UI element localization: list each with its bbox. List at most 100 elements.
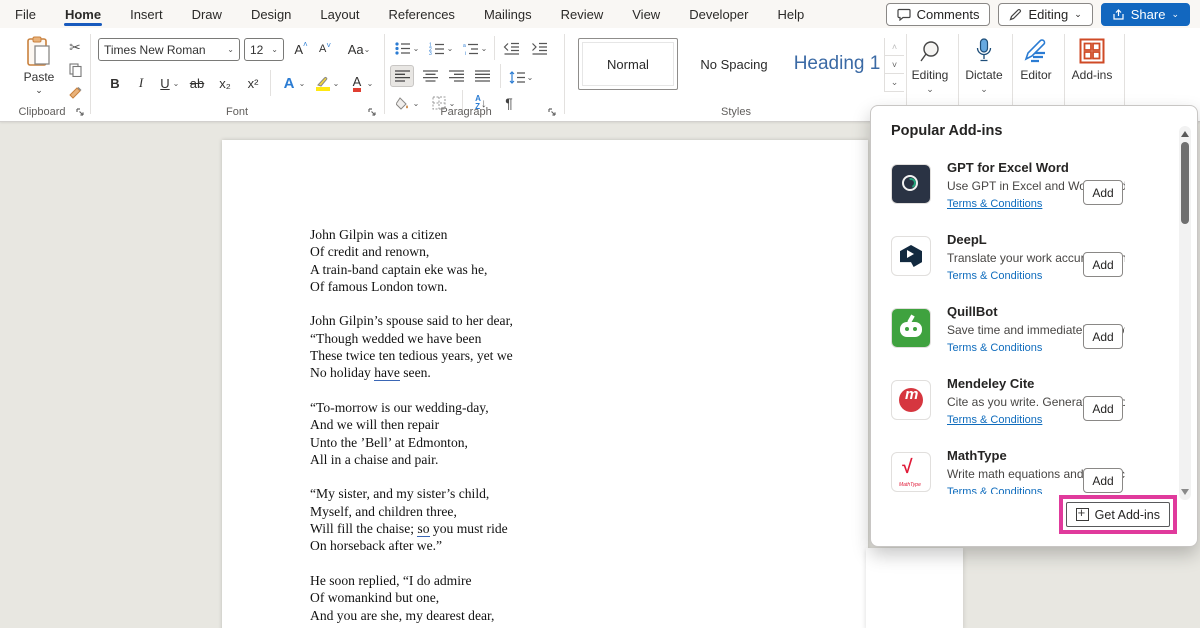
tab-layout[interactable]: Layout xyxy=(319,2,360,27)
dictate-button[interactable]: Dictate ⌄ xyxy=(958,34,1010,104)
style-heading-1[interactable]: Heading 1 xyxy=(790,38,884,90)
font-color-chevron[interactable]: ⌄ xyxy=(364,72,376,94)
editing-mode-button[interactable]: Editing ⌄ xyxy=(998,3,1092,26)
addin-list-item: GPT for Excel Word Use GPT in Excel and … xyxy=(871,154,1171,226)
svg-text:3: 3 xyxy=(429,51,432,55)
increase-indent-button[interactable] xyxy=(528,37,550,59)
editor-button[interactable]: Editor xyxy=(1010,34,1062,104)
editing-mode-label: Editing xyxy=(1028,7,1068,22)
deepl-addin-logo-icon xyxy=(891,236,931,276)
addins-button[interactable]: Add-ins xyxy=(1066,34,1118,104)
poem-line: No holiday have seen. xyxy=(310,364,513,381)
tab-design[interactable]: Design xyxy=(250,2,292,27)
multilevel-chevron[interactable]: ⌄ xyxy=(478,37,490,59)
scroll-down-icon[interactable] xyxy=(1181,489,1189,495)
poem-line: Of womankind but one, xyxy=(310,589,513,606)
cut-button[interactable]: ✂ xyxy=(64,36,86,58)
scroll-up-icon[interactable] xyxy=(1181,131,1189,137)
paste-button[interactable]: Paste ⌄ xyxy=(16,36,62,102)
underline-options-chevron[interactable]: ⌄ xyxy=(170,72,182,94)
scrollbar-thumb[interactable] xyxy=(1181,142,1189,224)
font-family-combobox[interactable]: Times New Roman⌄ xyxy=(98,38,240,61)
font-size-combobox[interactable]: 12⌄ xyxy=(244,38,284,61)
addin-add-button[interactable]: Add xyxy=(1083,252,1123,277)
microphone-icon xyxy=(975,34,993,64)
poem-line: Unto the ’Bell’ at Edmonton, xyxy=(310,434,513,451)
tab-references[interactable]: References xyxy=(387,2,455,27)
poem-stanza: “My sister, and my sister’s child,Myself… xyxy=(310,485,513,554)
tab-view[interactable]: View xyxy=(631,2,661,27)
addin-terms-link[interactable]: Terms & Conditions xyxy=(947,486,1042,494)
addins-panel-title: Popular Add-ins xyxy=(891,123,1002,139)
styles-gallery-down-button[interactable]: ˅ xyxy=(884,56,904,74)
addin-terms-link[interactable]: Terms & Conditions xyxy=(947,414,1042,426)
subscript-button[interactable]: x₂ xyxy=(214,72,236,94)
tab-developer[interactable]: Developer xyxy=(688,2,749,27)
poem-line: Of famous London town. xyxy=(310,278,513,295)
strikethrough-button[interactable]: ab xyxy=(186,72,208,94)
align-center-button[interactable] xyxy=(418,65,442,87)
grow-font-button[interactable]: A˄ xyxy=(290,38,312,60)
addin-name: QuillBot xyxy=(947,302,1125,319)
font-dialog-launcher-icon[interactable] xyxy=(368,108,378,118)
format-painter-button[interactable] xyxy=(64,82,86,104)
mendeley-addin-logo-icon xyxy=(891,380,931,420)
superscript-button[interactable]: x² xyxy=(242,72,264,94)
editor-pencil-icon xyxy=(1023,34,1049,64)
poem-line: John Gilpin’s spouse said to her dear, xyxy=(310,312,513,329)
clipboard-paste-icon xyxy=(25,36,53,68)
numbering-chevron[interactable]: ⌄ xyxy=(444,37,456,59)
decrease-indent-button[interactable] xyxy=(500,37,522,59)
tab-draw[interactable]: Draw xyxy=(191,2,223,27)
styles-gallery-up-button[interactable]: ˄ xyxy=(884,38,904,56)
poem-line: These twice ten tedious years, yet we xyxy=(310,347,513,364)
paragraph-dialog-launcher-icon[interactable] xyxy=(548,108,558,118)
addin-terms-link[interactable]: Terms & Conditions xyxy=(947,270,1042,282)
comments-button[interactable]: Comments xyxy=(886,3,991,26)
comments-label: Comments xyxy=(917,7,980,22)
panel-scrollbar[interactable] xyxy=(1179,126,1191,500)
tab-home[interactable]: Home xyxy=(64,2,102,27)
addin-list-item: DeepL Translate your work accurately and… xyxy=(871,226,1171,298)
poem-line: “My sister, and my sister’s child, xyxy=(310,485,513,502)
tab-file[interactable]: File xyxy=(14,2,37,27)
style-no-spacing[interactable]: No Spacing xyxy=(682,38,786,90)
addin-terms-link[interactable]: Terms & Conditions xyxy=(947,342,1042,354)
clear-formatting-button[interactable] xyxy=(353,38,375,60)
addin-terms-link[interactable]: Terms & Conditions xyxy=(947,198,1042,210)
tab-review[interactable]: Review xyxy=(560,2,605,27)
addin-add-button[interactable]: Add xyxy=(1083,324,1123,349)
styles-gallery-more-button[interactable]: ⌄ xyxy=(884,74,904,92)
chevron-down-icon: ⌄ xyxy=(980,85,988,94)
editing-button[interactable]: Editing ⌄ xyxy=(904,34,956,104)
shrink-font-button[interactable]: A˅ xyxy=(314,38,336,60)
get-addins-button[interactable]: Get Add-ins xyxy=(1066,502,1170,527)
bullets-chevron[interactable]: ⌄ xyxy=(410,37,422,59)
align-left-button[interactable] xyxy=(390,65,414,87)
tab-insert[interactable]: Insert xyxy=(129,2,164,27)
word-application-window: File Home Insert Draw Design Layout Refe… xyxy=(0,0,1200,628)
get-addins-highlight: Get Add-ins xyxy=(1059,495,1177,534)
text-effects-chevron[interactable]: ⌄ xyxy=(296,72,308,94)
addin-name: Mendeley Cite xyxy=(947,374,1125,391)
tab-mailings[interactable]: Mailings xyxy=(483,2,533,27)
bold-button[interactable]: B xyxy=(104,72,126,94)
addin-add-button[interactable]: Add xyxy=(1083,180,1123,205)
share-button[interactable]: Share ⌄ xyxy=(1101,3,1190,26)
document-page[interactable]: John Gilpin was a citizenOf credit and r… xyxy=(222,140,868,628)
copy-button[interactable] xyxy=(64,59,86,81)
addins-flyout-panel: Popular Add-ins GPT for Excel Word Use G… xyxy=(870,105,1198,547)
get-addins-label: Get Add-ins xyxy=(1095,508,1160,522)
line-spacing-chevron[interactable]: ⌄ xyxy=(524,66,536,88)
addin-add-button[interactable]: Add xyxy=(1083,468,1123,493)
style-normal[interactable]: Normal xyxy=(578,38,678,90)
share-icon xyxy=(1112,8,1125,21)
mathtype-addin-logo-icon xyxy=(891,452,931,492)
justify-button[interactable] xyxy=(470,65,494,87)
addin-add-button[interactable]: Add xyxy=(1083,396,1123,421)
align-right-button[interactable] xyxy=(444,65,468,87)
tab-help[interactable]: Help xyxy=(776,2,805,27)
italic-button[interactable]: I xyxy=(130,72,152,94)
clipboard-dialog-launcher-icon[interactable] xyxy=(76,108,86,118)
highlight-color-chevron[interactable]: ⌄ xyxy=(330,72,342,94)
